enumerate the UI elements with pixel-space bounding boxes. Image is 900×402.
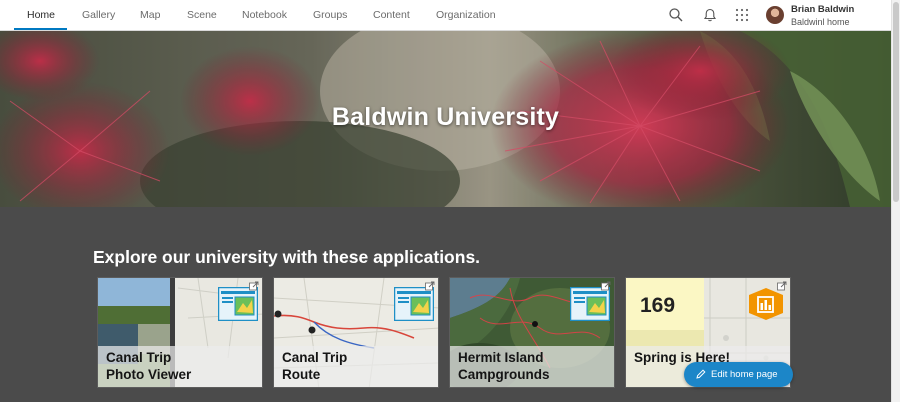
user-avatar[interactable] bbox=[766, 6, 784, 24]
card-title-line1: Hermit Island bbox=[458, 350, 544, 365]
web-app-icon bbox=[394, 287, 434, 321]
app-card-hermit-island-campgrounds[interactable]: Hermit Island Campgrounds bbox=[449, 277, 615, 388]
edit-home-page-label: Edit home page bbox=[711, 369, 778, 380]
card-title-line2: Photo Viewer bbox=[106, 367, 192, 382]
card-title-line1: Canal Trip bbox=[106, 350, 172, 365]
open-external-icon[interactable] bbox=[425, 281, 435, 291]
card-title-line2: Campgrounds bbox=[458, 367, 550, 382]
card-title: Canal Trip Photo Viewer bbox=[106, 349, 256, 383]
edit-home-page-button[interactable]: Edit home page bbox=[684, 362, 793, 387]
pencil-icon bbox=[696, 369, 706, 379]
top-navigation-bar: Home Gallery Map Scene Notebook Groups C… bbox=[0, 0, 891, 31]
nav-tab-scene[interactable]: Scene bbox=[187, 0, 217, 31]
page-scrollbar[interactable] bbox=[891, 0, 900, 402]
hero-title: Baldwin University bbox=[331, 103, 560, 131]
nav-tab-groups[interactable]: Groups bbox=[313, 0, 347, 31]
card-title: Canal Trip Route bbox=[282, 349, 432, 383]
card-title: Hermit Island Campgrounds bbox=[458, 349, 608, 383]
dashboard-stat-value: 169 bbox=[640, 294, 676, 317]
nav-tab-gallery[interactable]: Gallery bbox=[82, 0, 115, 31]
open-external-icon[interactable] bbox=[249, 281, 259, 291]
search-icon[interactable] bbox=[668, 7, 684, 23]
user-org-name: Baldwinl home bbox=[791, 17, 850, 27]
card-title-line1: Canal Trip bbox=[282, 350, 348, 365]
notification-bell-icon[interactable] bbox=[702, 7, 718, 23]
app-card-canal-trip-photo-viewer[interactable]: Canal Trip Photo Viewer bbox=[97, 277, 263, 388]
nav-tab-map[interactable]: Map bbox=[140, 0, 160, 31]
app-card-canal-trip-route[interactable]: Canal Trip Route bbox=[273, 277, 439, 388]
card-title-line2: Route bbox=[282, 367, 321, 382]
dashboard-icon bbox=[749, 288, 783, 320]
scrollbar-thumb[interactable] bbox=[893, 2, 899, 202]
web-app-icon bbox=[218, 287, 258, 321]
hero-banner: Baldwin University bbox=[0, 31, 891, 207]
section-title: Explore our university with these applic… bbox=[93, 247, 481, 267]
open-external-icon[interactable] bbox=[601, 281, 611, 291]
app-launcher-icon[interactable] bbox=[734, 7, 750, 23]
active-tab-indicator bbox=[14, 28, 67, 30]
web-app-icon bbox=[570, 287, 610, 321]
user-name[interactable]: Brian Baldwin bbox=[791, 4, 854, 15]
nav-tab-home[interactable]: Home bbox=[27, 0, 55, 31]
nav-tab-organization[interactable]: Organization bbox=[436, 0, 496, 31]
nav-tab-notebook[interactable]: Notebook bbox=[242, 0, 287, 31]
nav-tab-content[interactable]: Content bbox=[373, 0, 410, 31]
open-external-icon[interactable] bbox=[777, 281, 787, 291]
